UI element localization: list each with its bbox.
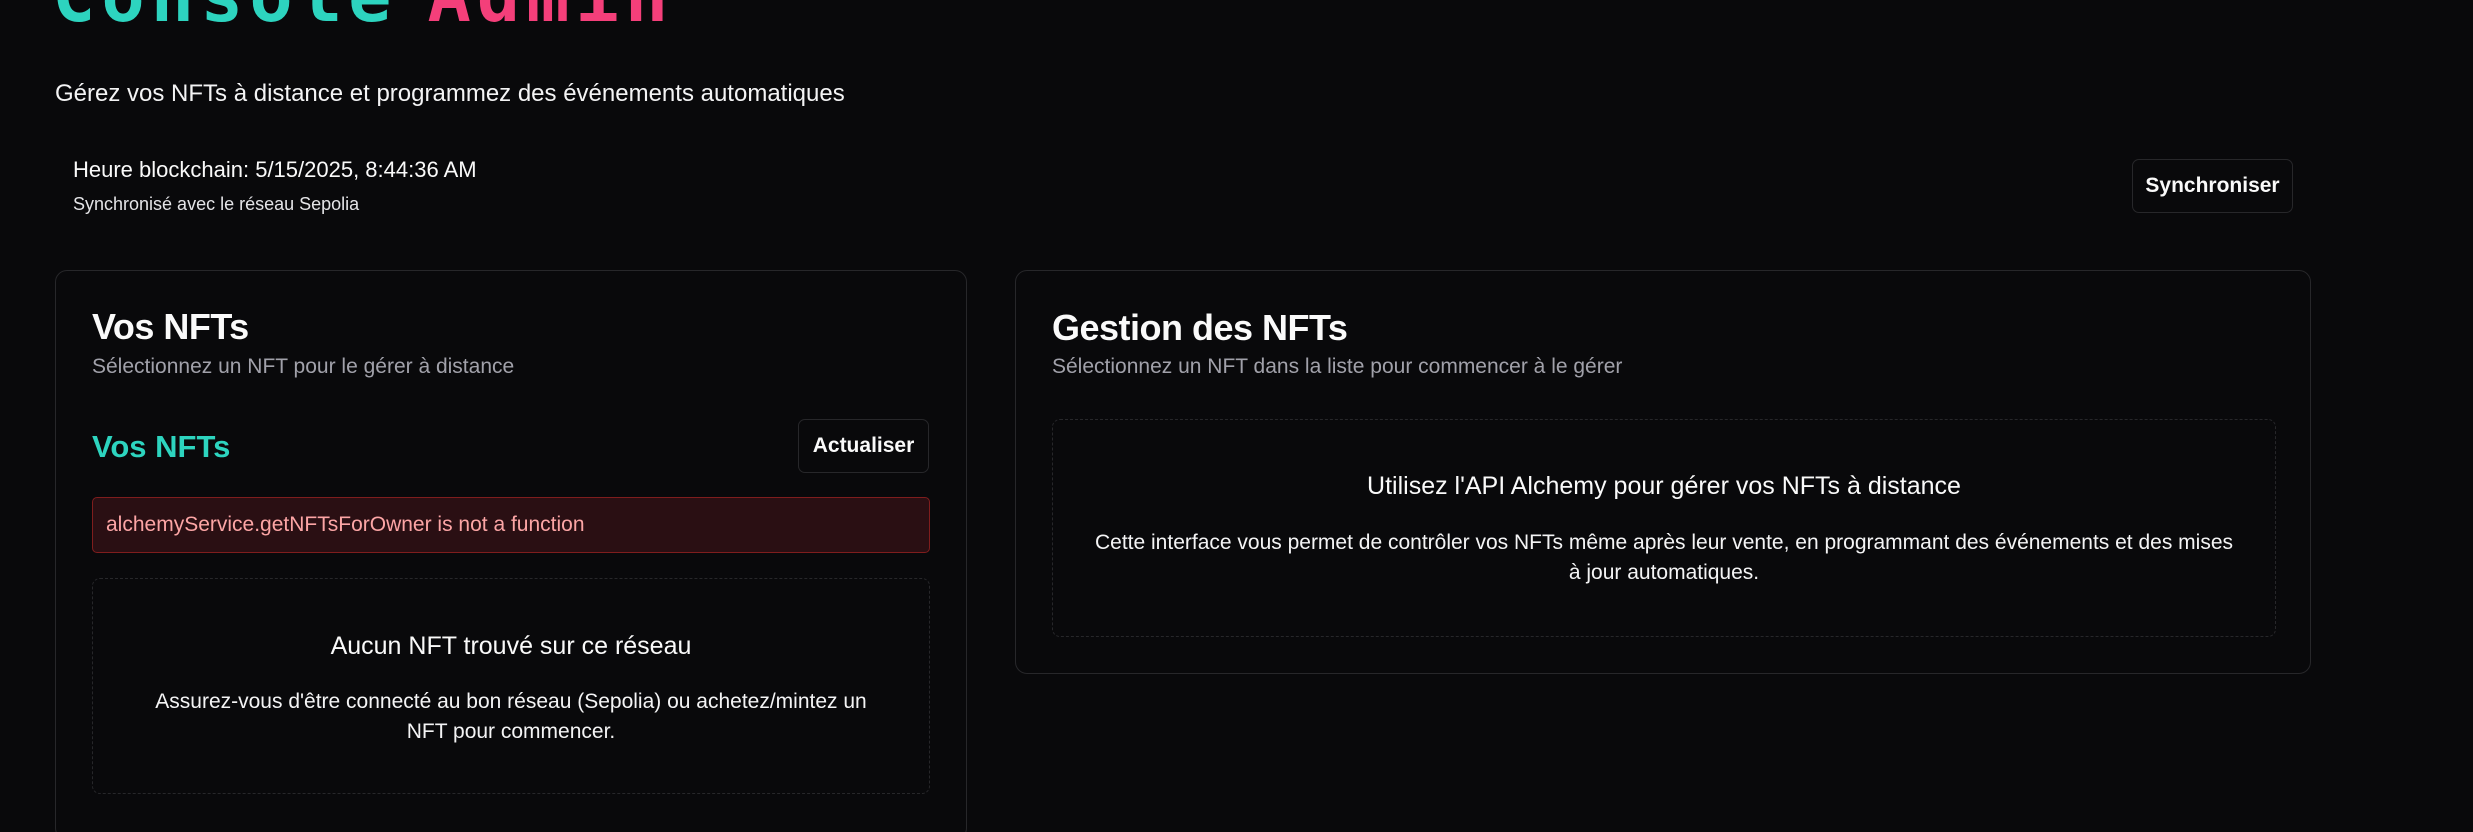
- admin-console-page: Console Admin Gérez vos NFTs à distance e…: [0, 0, 2473, 832]
- blockchain-time: Heure blockchain: 5/15/2025, 8:44:36 AM: [73, 157, 477, 182]
- nft-management-card: Gestion des NFTs Sélectionnez un NFT dan…: [1015, 270, 2311, 674]
- nft-management-card-title: Gestion des NFTs: [1052, 307, 1348, 348]
- empty-state-text: Assurez-vous d'être connecté au bon rése…: [155, 690, 867, 743]
- nft-list-card: Vos NFTs Sélectionnez un NFT pour le gér…: [55, 270, 967, 832]
- blockchain-sync-status: Synchronisé avec le réseau Sepolia: [73, 194, 360, 214]
- management-info-panel: Utilisez l'API Alchemy pour gérer vos NF…: [1052, 419, 2276, 637]
- page-title-admin: Admin: [427, 0, 674, 38]
- management-info-title: Utilisez l'API Alchemy pour gérer vos NF…: [1367, 472, 1961, 500]
- page-subtitle: Gérez vos NFTs à distance et programmez …: [55, 80, 845, 107]
- page-title-console: Console: [52, 0, 397, 38]
- nft-list-card-title: Vos NFTs: [92, 306, 249, 347]
- refresh-button[interactable]: Actualiser: [798, 419, 929, 473]
- nft-management-card-description: Sélectionnez un NFT dans la liste pour c…: [1052, 355, 1623, 378]
- empty-state: Aucun NFT trouvé sur ce réseau Assurez-v…: [92, 578, 930, 794]
- empty-state-title: Aucun NFT trouvé sur ce réseau: [330, 632, 692, 660]
- nft-list-section-title: Vos NFTs: [92, 429, 231, 464]
- management-info-text: Cette interface vous permet de contrôler…: [1094, 531, 2234, 584]
- synchronize-button[interactable]: Synchroniser: [2132, 159, 2293, 213]
- nft-list-card-description: Sélectionnez un NFT pour le gérer à dist…: [92, 355, 515, 378]
- error-alert: alchemyService.getNFTsForOwner is not a …: [92, 497, 930, 553]
- page-title: Console Admin: [52, 0, 674, 36]
- error-message: alchemyService.getNFTsForOwner is not a …: [106, 513, 585, 536]
